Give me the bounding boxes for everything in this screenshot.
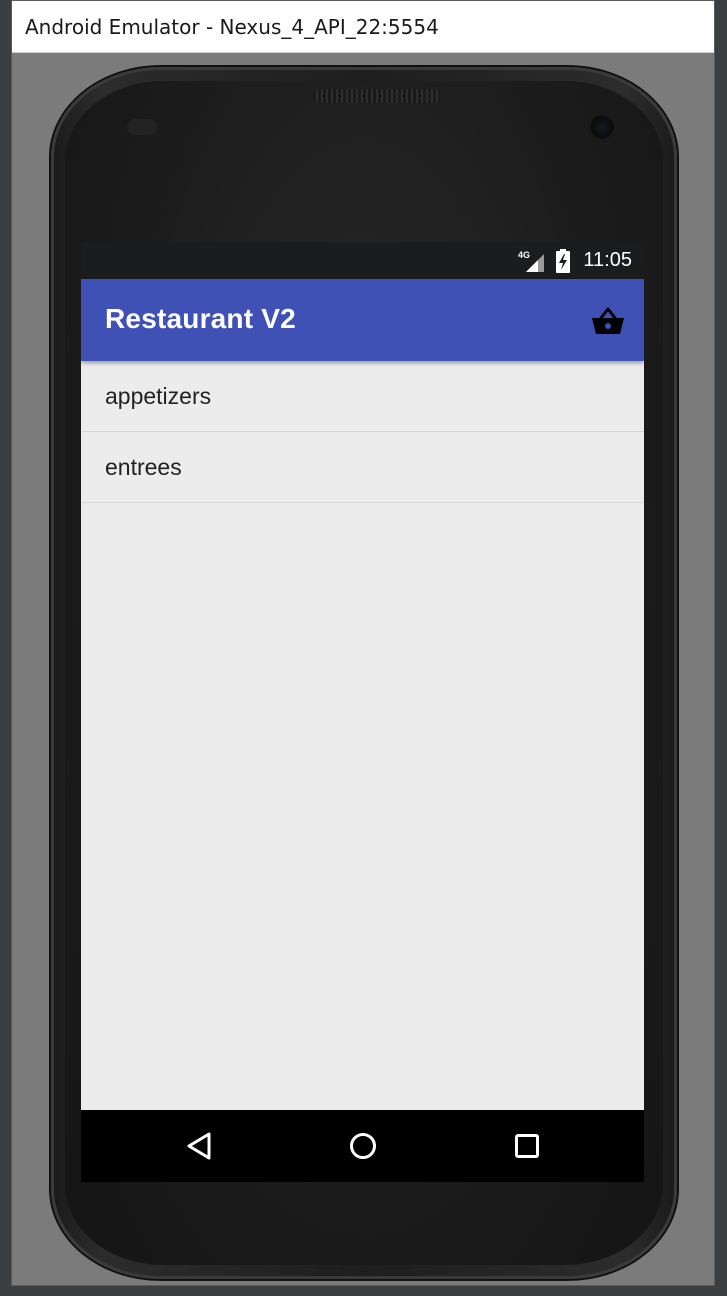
status-bar: 4G 11:05 (81, 242, 644, 279)
proximity-sensor (127, 119, 157, 135)
shopping-basket-icon (592, 307, 624, 334)
recents-button[interactable] (507, 1126, 547, 1166)
app-toolbar: Restaurant V2 (81, 279, 644, 361)
front-camera-icon (590, 115, 614, 139)
signal-icon: 4G (518, 250, 544, 272)
list-item-entrees[interactable]: entrees (81, 432, 644, 503)
list-item-label: appetizers (105, 382, 212, 409)
recents-icon (515, 1134, 539, 1158)
device-screen: 4G 11:05 Restaurant V2 appetizers entree… (81, 242, 644, 1182)
home-icon (350, 1133, 376, 1159)
app-title: Restaurant V2 (105, 303, 296, 334)
list-item-appetizers[interactable]: appetizers (81, 361, 644, 432)
list-item-label: entrees (105, 453, 182, 480)
window-titlebar[interactable]: Android Emulator - Nexus_4_API_22:5554 (12, 1, 714, 53)
network-type: 4G (518, 250, 530, 260)
status-time: 11:05 (583, 249, 632, 271)
window-title: Android Emulator - Nexus_4_API_22:5554 (25, 15, 439, 39)
cart-button[interactable] (586, 299, 630, 343)
home-button[interactable] (343, 1126, 383, 1166)
speaker-grille (313, 89, 441, 103)
back-button[interactable] (179, 1126, 219, 1166)
emulator-body: 4G 11:05 Restaurant V2 appetizers entree… (12, 53, 714, 1285)
navigation-bar (81, 1110, 644, 1182)
emulator-window: Android Emulator - Nexus_4_API_22:5554 4… (11, 0, 715, 1286)
category-list: appetizers entrees (81, 361, 644, 503)
back-icon (187, 1132, 211, 1160)
battery-charging-icon (556, 249, 570, 273)
